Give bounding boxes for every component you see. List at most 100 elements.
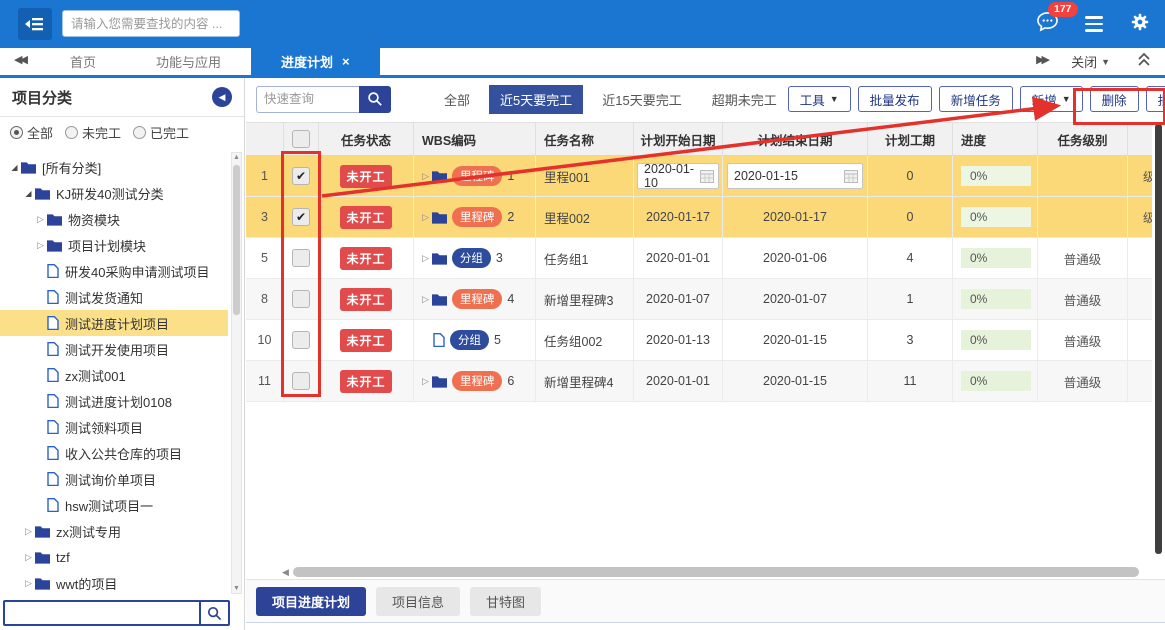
expand-icon[interactable]: ▷: [422, 171, 429, 182]
row-checkbox[interactable]: ✔: [292, 167, 310, 185]
tabs-scroll-left-icon[interactable]: ◀◀: [14, 53, 25, 66]
scroll-up-icon[interactable]: ▲: [232, 154, 241, 161]
header-end-date: 计划结束日期: [723, 123, 868, 156]
row-checkbox[interactable]: [292, 249, 310, 267]
tree-search-input[interactable]: [5, 602, 199, 624]
end-date-input[interactable]: 2020-01-15: [727, 163, 863, 189]
expand-icon[interactable]: ▷: [22, 552, 35, 563]
messages-button[interactable]: 177: [1036, 11, 1059, 37]
select-all-checkbox[interactable]: [292, 130, 310, 148]
filter-due-15-days[interactable]: 近15天要完工: [591, 85, 692, 114]
bottom-tab-project-info[interactable]: 项目信息: [376, 587, 460, 616]
table-vertical-scrollbar[interactable]: [1155, 124, 1162, 554]
scrollbar-thumb[interactable]: [293, 567, 1139, 577]
filter-all[interactable]: 全部: [433, 85, 481, 114]
batch-publish-button[interactable]: 批量发布: [858, 86, 932, 112]
tree-search-button[interactable]: [199, 602, 228, 624]
expand-icon[interactable]: ▷: [34, 214, 47, 225]
scroll-left-icon[interactable]: ◀: [282, 567, 289, 578]
radio-finished[interactable]: 已完工: [133, 123, 189, 142]
expand-icon[interactable]: ▷: [22, 578, 35, 589]
row-checkbox[interactable]: ✔: [292, 208, 310, 226]
delete-button[interactable]: 删除: [1090, 86, 1139, 112]
tree-item[interactable]: ▷tzf: [0, 544, 228, 570]
chevron-down-icon: ▼: [830, 94, 839, 104]
filter-due-5-days[interactable]: 近5天要完工: [489, 85, 583, 114]
folder-icon: [47, 239, 62, 252]
tools-button[interactable]: 工具▼: [788, 86, 851, 112]
tree-item[interactable]: 收入公共仓库的项目: [0, 440, 228, 466]
level-cell: 普通级: [1038, 320, 1128, 361]
quick-search-button[interactable]: [359, 86, 391, 113]
quick-search-input[interactable]: [256, 86, 359, 113]
folder-icon: [432, 170, 447, 183]
tree-item[interactable]: ▷物资模块: [0, 206, 228, 232]
expand-icon[interactable]: ▷: [422, 294, 429, 305]
tabs-scroll-right-icon[interactable]: ▶▶: [1036, 53, 1047, 66]
tree-item[interactable]: 测试进度计划0108: [0, 388, 228, 414]
batch-save-button[interactable]: 批量保存: [1146, 86, 1165, 112]
tree-item[interactable]: ◢[所有分类]: [0, 154, 228, 180]
radio-all[interactable]: 全部: [10, 123, 53, 142]
tree-item-selected[interactable]: 测试进度计划项目: [0, 310, 228, 336]
add-button[interactable]: 新增▼: [1020, 86, 1083, 112]
collapse-up-icon[interactable]: [1137, 51, 1151, 72]
table-horizontal-scrollbar[interactable]: ◀: [282, 566, 1149, 578]
global-search-input[interactable]: [62, 10, 240, 37]
expand-icon[interactable]: ▷: [422, 212, 429, 223]
status-badge: 未开工: [340, 165, 391, 188]
row-checkbox[interactable]: [292, 331, 310, 349]
tab-apps[interactable]: 功能与应用: [126, 48, 251, 75]
bottom-tab-progress-plan[interactable]: 项目进度计划: [256, 587, 366, 616]
row-checkbox[interactable]: [292, 372, 310, 390]
settings-gear-icon[interactable]: [1129, 11, 1151, 38]
tree-item[interactable]: zx测试001: [0, 362, 228, 388]
file-icon: [47, 446, 59, 460]
tree-item[interactable]: 测试领料项目: [0, 414, 228, 440]
tree-item[interactable]: 研发40采购申请测试项目: [0, 258, 228, 284]
bottom-tab-gantt[interactable]: 甘特图: [470, 587, 541, 616]
tab-progress-plan[interactable]: 进度计划 ×: [251, 48, 380, 75]
scroll-down-icon[interactable]: ▼: [232, 585, 241, 592]
scrollbar-thumb[interactable]: [233, 165, 240, 315]
tree-item[interactable]: 测试开发使用项目: [0, 336, 228, 362]
header-duration: 计划工期: [868, 123, 953, 156]
expand-icon[interactable]: ▷: [34, 240, 47, 251]
filter-overdue[interactable]: 超期未完工: [701, 85, 788, 114]
expand-icon[interactable]: ▷: [22, 526, 35, 537]
tree-item[interactable]: 测试询价单项目: [0, 466, 228, 492]
tree-item[interactable]: 测试发货通知: [0, 284, 228, 310]
file-icon: [47, 316, 59, 330]
radio-unfinished[interactable]: 未完工: [65, 123, 121, 142]
table-header-row: 任务状态 WBS编码 任务名称 计划开始日期 计划结束日期 计划工期 进度 任务…: [246, 123, 1152, 156]
milestone-badge: 里程碑: [452, 166, 503, 186]
file-icon: [47, 290, 59, 304]
start-date-input[interactable]: 2020-01-10: [637, 163, 719, 189]
group-badge: 分组: [452, 248, 491, 268]
expand-icon[interactable]: ▷: [422, 253, 429, 264]
tree-item[interactable]: ▷项目计划模块: [0, 232, 228, 258]
row-checkbox[interactable]: [292, 290, 310, 308]
sidebar-toggle-icon[interactable]: [18, 8, 52, 40]
tab-home[interactable]: 首页: [40, 48, 126, 75]
sidebar-collapse-icon[interactable]: ◀: [212, 87, 232, 107]
menu-icon[interactable]: [1085, 16, 1103, 32]
sidebar-title: 项目分类: [12, 87, 72, 108]
status-badge: 未开工: [340, 329, 391, 352]
tree-item[interactable]: ▷zx测试专用: [0, 518, 228, 544]
tree-item[interactable]: ◢KJ研发40测试分类: [0, 180, 228, 206]
expand-icon[interactable]: ◢: [22, 189, 35, 198]
duration-cell: 3: [868, 320, 953, 361]
file-icon: [47, 264, 59, 278]
add-task-button[interactable]: 新增任务: [939, 86, 1013, 112]
expand-icon[interactable]: ◢: [8, 163, 21, 172]
tab-close-icon[interactable]: ×: [342, 54, 350, 69]
end-date-cell: 2020-01-06: [723, 238, 868, 279]
notification-badge: 177: [1048, 2, 1078, 17]
close-dropdown[interactable]: 关闭▼: [1071, 52, 1110, 71]
expand-icon[interactable]: ▷: [422, 376, 429, 387]
tree-item[interactable]: hsw测试项目一: [0, 492, 228, 518]
tree-item[interactable]: ▷wwt的项目: [0, 570, 228, 596]
progress-bar: 0%: [961, 207, 1031, 227]
tree-scrollbar[interactable]: ▲ ▼: [231, 152, 242, 594]
